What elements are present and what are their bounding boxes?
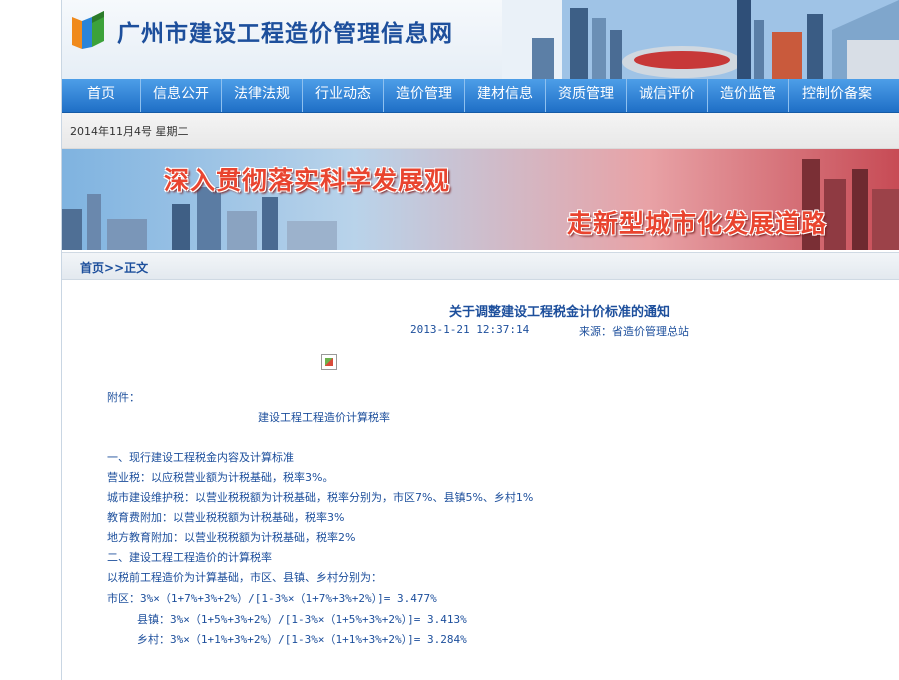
- article-line: 城市建设维护税：以营业税税额为计税基础，税率分别为，市区7%、县镇5%、乡村1%: [107, 491, 534, 504]
- article-line: 教育费附加：以营业税税额为计税基础，税率3%: [107, 511, 345, 524]
- nav-item-info-disclosure[interactable]: 信息公开: [141, 79, 222, 112]
- site-title[interactable]: 广州市建设工程造价管理信息网: [117, 14, 453, 48]
- attachment-subtitle[interactable]: 建设工程工程造价计算税率: [258, 409, 390, 425]
- nav-item-cost-supervision[interactable]: 造价监管: [708, 79, 789, 112]
- article-line: 二、建设工程工程造价的计算税率: [107, 551, 272, 564]
- nav-item-laws[interactable]: 法律法规: [222, 79, 303, 112]
- article-line: 以税前工程造价为计算基础，市区、县镇、乡村分别为：: [107, 571, 382, 584]
- article-line: 营业税：以应税营业额为计税基础，税率3%。: [107, 471, 334, 484]
- breadcrumb-home-link[interactable]: 首页: [80, 261, 104, 275]
- formula-line-urban: 市区：3%×（1+7%+3%+2%）/[1-3%×（1+7%+3%+2%）]= …: [107, 592, 437, 605]
- header-skyline-image: [502, 0, 899, 79]
- article-line: 一、现行建设工程税金内容及计算标准: [107, 451, 294, 464]
- nav-item-materials[interactable]: 建材信息: [465, 79, 546, 112]
- current-date: 2014年11月4号 星期二: [70, 125, 189, 138]
- attachment-label: 附件：: [107, 391, 140, 404]
- article-line: 地方教育附加：以营业税税额为计税基础，税率2%: [107, 531, 356, 544]
- nav-item-industry-news[interactable]: 行业动态: [303, 79, 384, 112]
- article-source: 来源：省造价管理总站: [579, 325, 689, 338]
- nav-item-control-price-filing[interactable]: 控制价备案: [789, 79, 885, 112]
- main-nav: 首页 信息公开 法律法规 行业动态 造价管理 建材信息 资质管理 诚信评价 造价…: [62, 79, 899, 113]
- broken-image-icon: [321, 354, 337, 370]
- banner-slogan-1: 深入贯彻落实科学发展观: [164, 166, 451, 195]
- slogan-banner: 深入贯彻落实科学发展观 走新型城市化发展道路: [62, 149, 899, 250]
- banner-slogan-2: 走新型城市化发展道路: [567, 209, 828, 238]
- formula-line-rural: 乡村：3%×（1+1%+3%+2%）/[1-3%×（1+1%+3%+2%）]= …: [137, 633, 467, 646]
- date-bar: 2014年11月4号 星期二: [62, 113, 899, 149]
- nav-item-cost-management[interactable]: 造价管理: [384, 79, 465, 112]
- breadcrumb-separator: >>: [104, 261, 125, 275]
- nav-item-qualification[interactable]: 资质管理: [546, 79, 627, 112]
- site-logo: [72, 11, 104, 49]
- breadcrumb-current: 正文: [124, 261, 149, 275]
- formula-line-county: 县镇：3%×（1+5%+3%+2%）/[1-3%×（1+5%+3%+2%）]= …: [137, 613, 467, 626]
- article-title: 关于调整建设工程税金计价标准的通知: [448, 305, 670, 320]
- breadcrumb: 首页>>正文: [62, 252, 899, 280]
- site-header: 广州市建设工程造价管理信息网: [62, 0, 899, 79]
- article-publish-time: 2013-1-21 12:37:14: [410, 323, 530, 336]
- nav-item-home[interactable]: 首页: [62, 79, 141, 112]
- nav-item-credit-evaluation[interactable]: 诚信评价: [627, 79, 708, 112]
